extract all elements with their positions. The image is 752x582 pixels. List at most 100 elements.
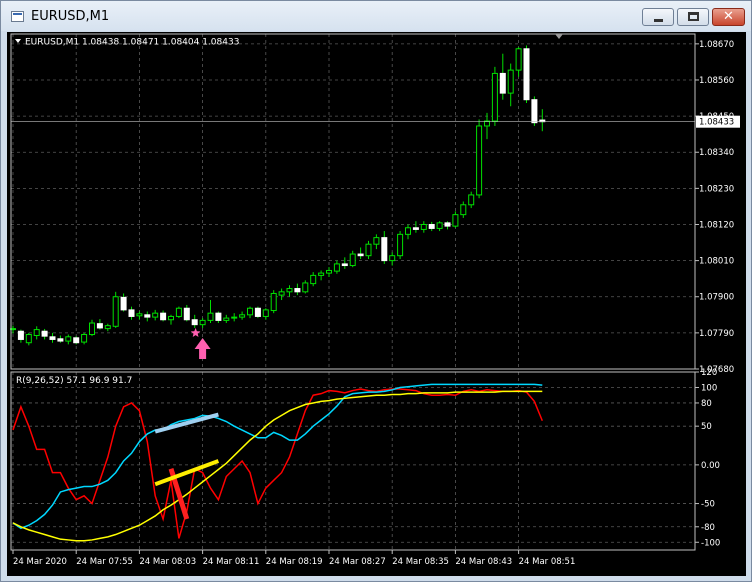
level-label: -80 (701, 523, 715, 533)
candle-body (294, 288, 301, 293)
candle-body (81, 334, 88, 343)
level-label: -100 (701, 538, 720, 548)
time-label: 24 Mar 08:43 (455, 557, 512, 567)
current-price-label: 1.08433 (699, 118, 734, 128)
chart-window-icon (11, 11, 24, 22)
candle (175, 306, 182, 319)
candle-body (523, 48, 530, 101)
candle-body (318, 272, 325, 276)
chart-window: EURUSD,M1 ✕ EURUSD,M1 1.08438 1.08471 1.… (0, 0, 752, 582)
candle-body (120, 296, 127, 311)
candle-body (278, 291, 285, 296)
candle-body (397, 233, 404, 257)
candle-body (333, 263, 340, 272)
candle-body (381, 237, 388, 262)
candle-body (420, 223, 427, 230)
maximize-icon (688, 12, 699, 21)
candle-body (136, 313, 143, 317)
level-label: 50 (701, 422, 712, 432)
candle-body (17, 330, 24, 340)
time-label: 24 Mar 08:11 (203, 557, 260, 567)
time-label: 24 Mar 08:35 (392, 557, 449, 567)
time-label: 24 Mar 2020 (13, 557, 67, 567)
candle-body (215, 312, 222, 321)
close-icon: ✕ (723, 9, 734, 24)
candle-body (476, 125, 483, 196)
level-label: 100 (701, 383, 717, 393)
candle-body (468, 194, 475, 206)
candle-body (444, 222, 451, 227)
level-label: 0.00 (701, 461, 720, 471)
time-label: 24 Mar 07:55 (76, 557, 133, 567)
candle-body (365, 243, 372, 257)
minimize-button[interactable] (642, 8, 674, 26)
price-label: 1.08340 (699, 148, 734, 158)
candle-body (286, 288, 293, 293)
candle-body (341, 263, 348, 267)
time-label: 24 Mar 08:51 (519, 557, 576, 567)
maximize-button[interactable] (677, 8, 709, 26)
candle-body (247, 307, 253, 316)
candle (254, 306, 261, 319)
candle (523, 45, 530, 103)
candle-body (349, 253, 356, 267)
level-label: 80 (701, 399, 712, 409)
candle-body (428, 223, 435, 229)
candle (73, 336, 80, 345)
candle-body (239, 314, 246, 318)
candle-body (262, 309, 269, 317)
candle-body (254, 307, 261, 317)
chart-canvas[interactable]: EURUSD,M1 1.08438 1.08471 1.08404 1.0843… (7, 32, 746, 576)
candle-body (175, 307, 182, 317)
candle (491, 66, 498, 126)
candle-body (128, 309, 135, 317)
candle-body (389, 255, 396, 262)
candle-body (460, 204, 467, 216)
time-label: 24 Mar 08:03 (139, 557, 196, 567)
candle-body (57, 338, 64, 342)
candle-body (270, 292, 277, 312)
candle (476, 119, 483, 199)
price-label: 1.08230 (699, 184, 734, 194)
price-label: 1.08120 (699, 220, 734, 230)
candle-body (152, 312, 159, 318)
candle-body (507, 69, 514, 94)
candle-body (65, 336, 72, 342)
candle-body (191, 319, 198, 326)
minimize-icon (654, 19, 663, 22)
time-label: 24 Mar 08:27 (329, 557, 386, 567)
symbol-header: EURUSD,M1 1.08438 1.08471 1.08404 1.0843… (25, 38, 239, 48)
candle-body (73, 337, 80, 344)
candle-body (160, 312, 167, 321)
candle-body (436, 222, 443, 229)
indicator-header: R(9,26,52) 57.1 96.9 91.7 (16, 376, 132, 386)
candle-body (302, 282, 309, 293)
candle-body (207, 312, 214, 321)
candle-body (310, 274, 317, 285)
level-label: -50 (701, 500, 715, 510)
close-button[interactable]: ✕ (712, 8, 745, 26)
candle-body (41, 330, 48, 337)
candle-body (499, 72, 506, 94)
candle-body (33, 329, 40, 336)
price-label: 1.08670 (699, 40, 734, 50)
candle-body (515, 48, 522, 71)
chart-area[interactable]: EURUSD,M1 1.08438 1.08471 1.08404 1.0843… (7, 32, 746, 576)
window-title: EURUSD,M1 (31, 9, 110, 24)
candle-body (223, 317, 230, 321)
price-label: 1.07900 (699, 293, 734, 303)
level-label: 120 (701, 368, 717, 378)
candle-body (49, 336, 56, 340)
candle-body (326, 269, 332, 274)
candle-body (183, 307, 190, 321)
candle-body (25, 334, 32, 344)
candle-body (168, 315, 174, 321)
candle-body (112, 296, 119, 327)
candle-body (89, 322, 95, 336)
candle (397, 231, 404, 259)
candle-body (199, 319, 206, 326)
candle-body (144, 314, 151, 318)
title-bar[interactable]: EURUSD,M1 ✕ (1, 1, 751, 31)
candle-body (412, 227, 419, 230)
candle-body (104, 325, 111, 330)
